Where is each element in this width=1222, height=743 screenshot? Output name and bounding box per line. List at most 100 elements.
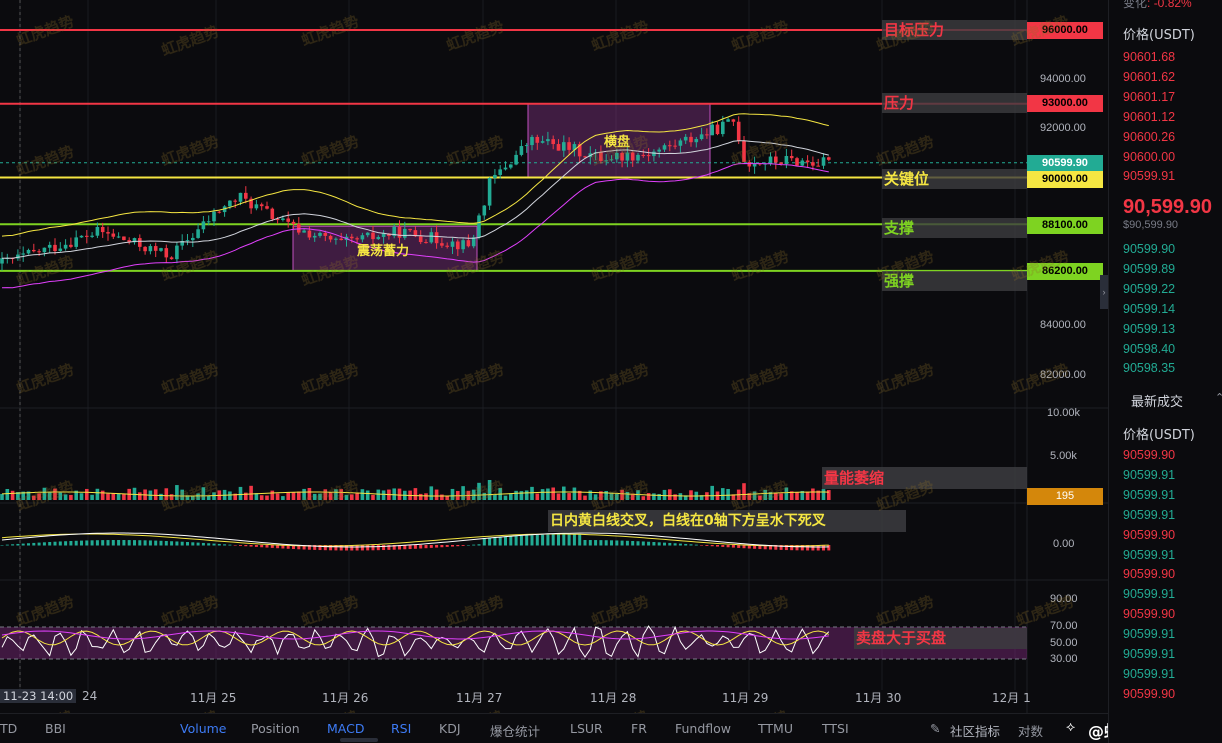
bid-row[interactable]: 90599.22 [1123,282,1175,296]
ask-row[interactable]: 90601.68 [1123,50,1175,64]
macd-bar [265,545,269,548]
trade-row[interactable]: 90599.90 [1123,448,1175,462]
macd-bar [424,545,428,549]
volume-bar [106,493,110,500]
trade-row[interactable]: 90599.91 [1123,508,1175,522]
bid-row[interactable]: 90599.90 [1123,242,1175,256]
trade-row[interactable]: 90599.91 [1123,647,1175,661]
macd-bar [541,534,545,546]
macd-bar [599,540,603,546]
log-scale-button[interactable]: 对数 [1018,721,1043,740]
community-indicators-button[interactable]: 社区指标 [950,721,1000,740]
indicator-volume[interactable]: Volume [180,721,227,736]
collapse-panel-handle[interactable]: › [1100,275,1108,309]
indicator-rsi[interactable]: RSI [391,721,411,736]
candle-body [365,232,370,236]
candle-body [678,140,683,146]
volume-bar [365,490,370,500]
volume-bar [312,493,317,500]
volume-bar [567,493,571,500]
ask-row[interactable]: 90601.17 [1123,90,1175,104]
candle-body [519,146,524,155]
orderbook-header: 价格(USDT) [1123,28,1195,43]
bid-row[interactable]: 90599.89 [1123,262,1175,276]
indicator-ttmu[interactable]: TTMU [758,721,793,736]
volume-bar [159,493,163,500]
volume-bar [164,488,169,500]
bid-row[interactable]: 90599.13 [1123,322,1175,336]
macd-bar [509,536,513,546]
volume-bar [482,493,487,500]
trade-row[interactable]: 90599.90 [1123,687,1175,701]
latest-trades-tab[interactable]: 最新成交 [1131,391,1183,410]
indicator-bbi[interactable]: BBI [45,721,66,736]
trade-row[interactable]: 90599.90 [1123,528,1175,542]
ask-row[interactable]: 90601.62 [1123,70,1175,84]
indicator-liquidation[interactable]: 爆仓统计 [490,721,540,740]
candle-body [47,244,52,248]
indicator-fr[interactable]: FR [631,721,647,736]
candle-body [408,228,412,231]
candle-body [530,136,534,146]
macd-bar [101,540,105,546]
bid-row[interactable]: 90599.14 [1123,302,1175,316]
macd-bar [90,540,94,546]
volume-bar [371,494,375,500]
candle-body [42,247,47,253]
bid-row[interactable]: 90598.35 [1123,361,1175,375]
candle-body [625,152,630,161]
ask-row[interactable]: 90600.26 [1123,130,1175,144]
candle-body [811,162,815,166]
indicator-ttsi[interactable]: TTSI [822,721,849,736]
collapse-icon[interactable]: ⌃ [1215,391,1222,404]
ask-row[interactable]: 90600.00 [1123,150,1175,164]
indicator-kdj[interactable]: KDJ [439,721,461,736]
macd-bar [138,540,142,546]
macd-bar [48,542,52,546]
macd-bar [191,542,195,546]
bid-row[interactable]: 90598.40 [1123,342,1175,356]
macd-bar [5,544,9,546]
macd-bar [58,541,62,546]
indicator-toolbar: TD BBI Volume Position MACD RSI KDJ 爆仓统计… [0,713,1108,743]
volume-bar [238,486,243,500]
macd-bar [678,543,682,546]
candle-body [784,155,789,164]
macd-bar [456,545,460,547]
volume-bar [392,488,396,500]
trade-row[interactable]: 90599.91 [1123,587,1175,601]
trade-row[interactable]: 90599.91 [1123,488,1175,502]
candle-body [487,177,492,206]
volume-tick: 10.00k [1047,407,1081,419]
macd-bar [228,544,232,546]
macd-bar [37,542,41,546]
indicator-lsur[interactable]: LSUR [570,721,603,736]
trade-row[interactable]: 90599.91 [1123,627,1175,641]
price-tag-strong-support: 86200.00 [1027,263,1103,280]
candle-body [196,229,200,238]
macd-bar [117,540,121,546]
candle-body [742,140,746,162]
indicator-td[interactable]: TD [0,721,17,736]
indicator-fundflow[interactable]: Fundflow [675,721,731,736]
macd-bar [615,540,619,546]
trade-row[interactable]: 90599.90 [1123,567,1175,581]
macd-bar [572,534,576,546]
macd-bar [578,534,582,546]
trade-row[interactable]: 90599.91 [1123,548,1175,562]
trade-row[interactable]: 90599.91 [1123,667,1175,681]
macd-bar [451,545,454,547]
ask-row[interactable]: 90601.12 [1123,110,1175,124]
volume-bar [821,489,826,500]
range-annotation-2: 横盘 [604,135,631,150]
edit-icon[interactable]: ✎ [930,721,940,736]
indicator-macd[interactable]: MACD [327,721,364,736]
chart-area[interactable]: 目标压力 压力 关键位 支撑 强撑 96000.00 93000.00 9059… [0,0,1108,743]
indicator-position[interactable]: Position [251,721,300,736]
trade-row[interactable]: 90599.91 [1123,468,1175,482]
macd-bar [647,541,651,546]
trade-row[interactable]: 90599.90 [1123,607,1175,621]
macd-bar [429,545,433,548]
change-label: 变化 [1123,0,1148,10]
ask-row[interactable]: 90599.91 [1123,169,1175,183]
